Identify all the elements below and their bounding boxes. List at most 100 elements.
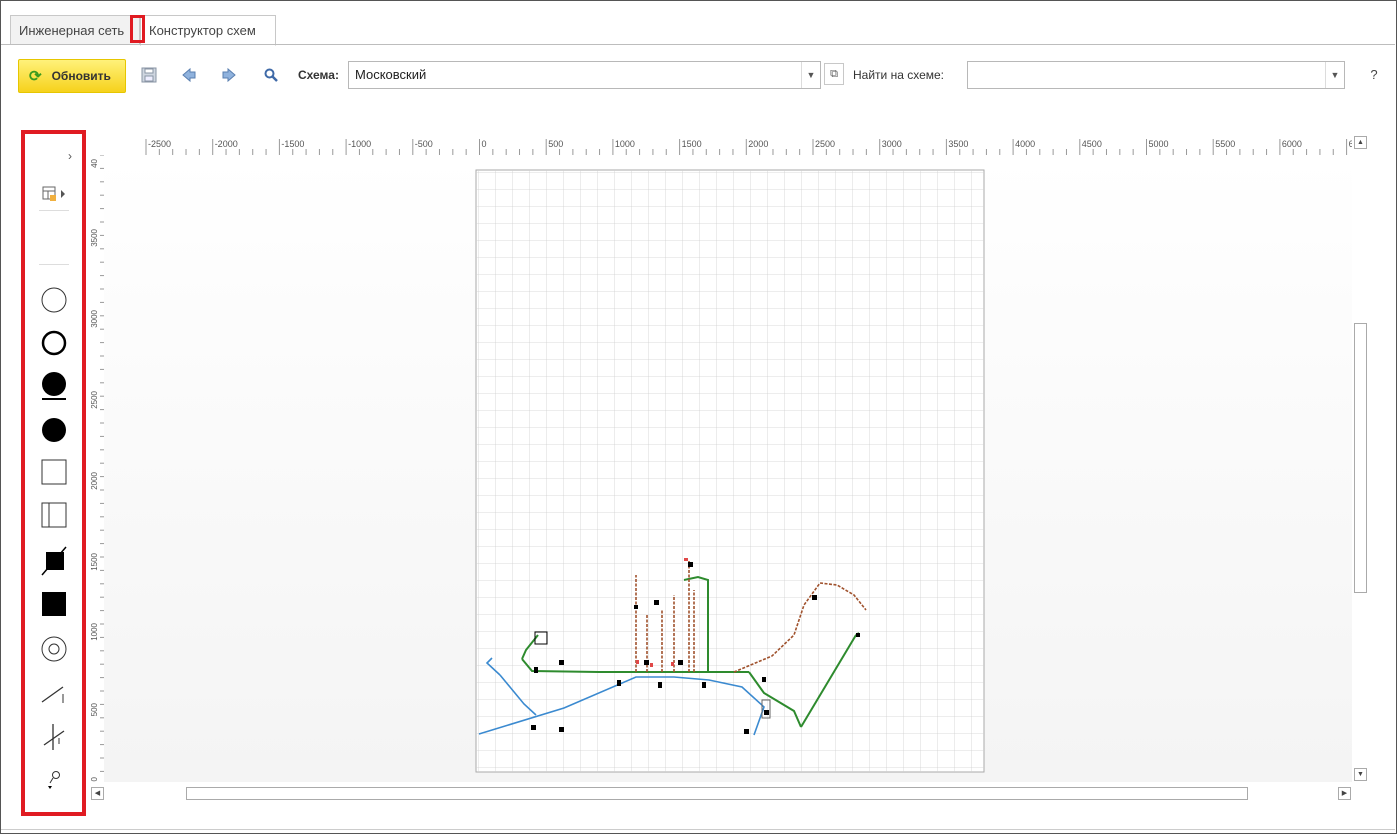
scroll-left-button[interactable]: ◀ [91, 787, 104, 800]
bottom-divider [1, 829, 1395, 830]
vertical-ruler-ticks: 40 3500 3000 2500 2000 1500 1000 500 0 [90, 154, 104, 781]
refresh-label: Обновить [51, 69, 111, 83]
scroll-up-button[interactable]: ▲ [1354, 136, 1367, 149]
back-button[interactable] [176, 62, 202, 88]
scheme-canvas[interactable] [104, 155, 1352, 782]
circle-bold-icon [41, 330, 66, 356]
save-icon [141, 67, 157, 83]
shape-square-filled[interactable] [25, 588, 82, 620]
shape-palette: › [21, 130, 86, 816]
tab-bar: Инженерная сеть Конструктор схем [1, 1, 1395, 46]
forward-button[interactable] [216, 62, 242, 88]
ruler-label: 500 [548, 139, 563, 149]
shape-circle-double[interactable] [25, 633, 82, 665]
square-split-icon [41, 502, 66, 528]
ruler-label: 3000 [90, 309, 99, 327]
shape-circle-filled-stand[interactable] [25, 369, 82, 403]
scheme-drawing [475, 169, 985, 773]
tab-label: Инженерная сеть [19, 23, 125, 38]
ruler-label: 4500 [1082, 139, 1102, 149]
horizontal-scroll-thumb[interactable] [186, 787, 1248, 800]
square-diagonal-icon [40, 546, 67, 576]
ruler-label: -2500 [148, 139, 171, 149]
arrow-right-icon [222, 67, 236, 83]
ruler-label: 2000 [90, 471, 99, 489]
ruler-label: 500 [90, 702, 99, 716]
horizontal-ruler: -2500 -2000 -1500 -1000 -500 0 500 1000 1500 2000… [88, 133, 1359, 155]
ruler-label: 2000 [748, 139, 768, 149]
circle-filled-icon [41, 418, 66, 442]
find-label: Найти на схеме: [853, 68, 945, 82]
horizontal-scrollbar[interactable]: ◀ ▶ [88, 785, 1352, 802]
ruler-label: 6000 [1282, 139, 1302, 149]
tab-engineering-network[interactable]: Инженерная сеть [10, 15, 140, 45]
shape-square-split[interactable] [25, 499, 82, 531]
circle-filled-stand-icon [41, 372, 66, 400]
arrow-left-icon [182, 67, 196, 83]
highlight-marker [130, 15, 145, 43]
ruler-label: 3500 [90, 228, 99, 246]
scheme-select[interactable]: Московский ▼ [348, 61, 821, 89]
ruler-label: 5500 [1215, 139, 1235, 149]
circle-double-icon [41, 636, 66, 662]
shape-circle-bold[interactable] [25, 327, 82, 359]
chevron-down-icon[interactable]: ▼ [801, 62, 820, 88]
palette-layout-button[interactable] [25, 182, 82, 206]
search-button[interactable] [258, 62, 284, 88]
ruler-label: 40 [90, 158, 99, 167]
chevron-down-icon[interactable]: ▼ [1325, 62, 1344, 88]
ruler-label: -500 [415, 139, 433, 149]
refresh-icon: ⟳ [29, 68, 42, 85]
tab-label: Конструктор схем [149, 23, 256, 38]
line-cross-icon [43, 724, 64, 750]
ruler-label: -2000 [215, 139, 238, 149]
ruler-label: 2500 [815, 139, 835, 149]
vertical-scrollbar[interactable]: ▲ ▼ [1352, 133, 1370, 785]
open-scheme-button[interactable]: ⧉ [824, 63, 844, 85]
shape-square-outline[interactable] [25, 456, 82, 488]
ruler-label: 3000 [882, 139, 902, 149]
refresh-button[interactable]: ⟳ Обновить [18, 59, 126, 93]
ruler-label: 4000 [1015, 139, 1035, 149]
ruler-label: 1000 [615, 139, 635, 149]
ruler-label: 0 [90, 776, 99, 781]
save-button[interactable] [136, 62, 162, 88]
shape-pin-marker[interactable] [25, 766, 82, 792]
shape-line-cross[interactable] [25, 719, 82, 753]
square-filled-icon [41, 592, 66, 616]
horizontal-ruler-ticks: -2500 -2000 -1500 -1000 -500 0 500 1000 1500 2000… [145, 139, 1359, 155]
ruler-label: 1500 [682, 139, 702, 149]
search-icon [264, 68, 278, 82]
chevron-right-icon: › [68, 149, 72, 163]
tab-scheme-builder[interactable]: Конструктор схем [140, 15, 276, 46]
ruler-label: 5000 [1149, 139, 1169, 149]
palette-divider [39, 210, 69, 211]
ruler-label: 3500 [948, 139, 968, 149]
ruler-label: 0 [482, 139, 487, 149]
square-outline-icon [41, 459, 66, 485]
shape-line-diagonal[interactable] [25, 677, 82, 709]
shape-circle-filled[interactable] [25, 414, 82, 446]
pin-marker-icon [47, 771, 60, 789]
find-input[interactable]: ▼ [967, 61, 1345, 89]
help-button[interactable]: ? [1364, 62, 1384, 88]
shape-circle-outline[interactable] [25, 284, 82, 316]
scheme-grid [476, 170, 984, 772]
open-window-icon: ⧉ [830, 68, 838, 80]
scheme-label: Схема: [298, 68, 339, 82]
shape-square-diagonal[interactable] [25, 544, 82, 578]
palette-expand-button[interactable]: › [25, 148, 82, 164]
ruler-label: 1500 [90, 552, 99, 570]
scroll-right-button[interactable]: ▶ [1338, 787, 1351, 800]
ruler-label: 1000 [90, 622, 99, 640]
scheme-value: Московский [355, 67, 427, 82]
ruler-label: -1000 [348, 139, 371, 149]
line-diagonal-icon [41, 686, 63, 703]
scroll-down-button[interactable]: ▼ [1354, 768, 1367, 781]
circle-outline-icon [41, 287, 66, 313]
vertical-scroll-thumb[interactable] [1354, 323, 1367, 593]
palette-divider [39, 264, 69, 265]
ruler-label: 2500 [90, 390, 99, 408]
tab-divider [1, 44, 1395, 45]
ruler-label: -1500 [281, 139, 304, 149]
